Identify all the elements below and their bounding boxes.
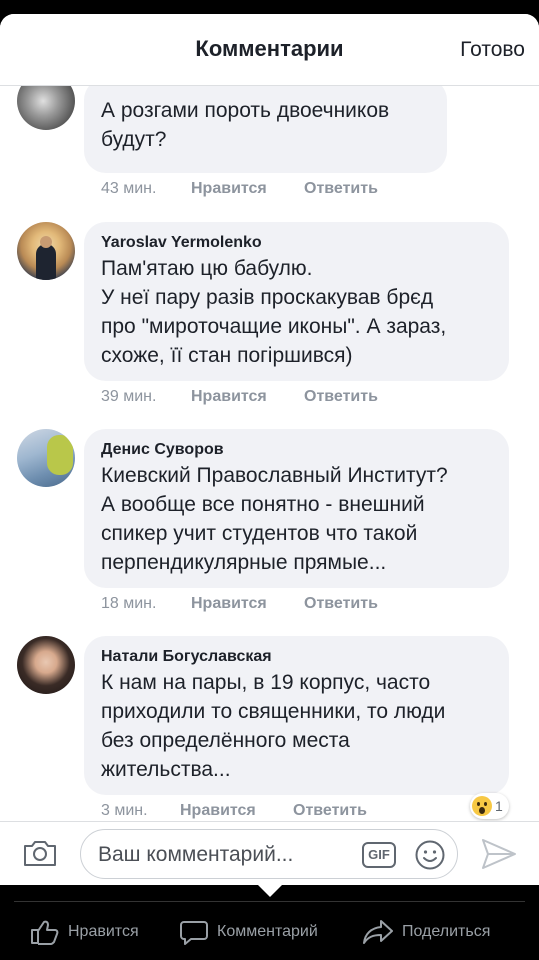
avatar[interactable] xyxy=(17,86,75,130)
reaction-badge[interactable]: 1 xyxy=(470,793,509,819)
share-action-button[interactable]: Поделиться xyxy=(362,919,490,945)
like-action-label: Нравится xyxy=(68,923,139,940)
divider xyxy=(14,901,525,902)
comment-time: 3 мин. xyxy=(101,802,148,819)
comment-actions: 3 мин. Нравится Ответить xyxy=(101,802,367,820)
comment-input[interactable] xyxy=(98,840,348,870)
comment-text-line: приходили то священники, то люди xyxy=(101,700,446,723)
like-link[interactable]: Нравится xyxy=(191,180,304,198)
page-title: Комментарии xyxy=(195,36,344,61)
reply-link[interactable]: Ответить xyxy=(304,180,378,198)
avatar[interactable] xyxy=(17,636,75,694)
comment-text-line: спикер учит студентов что такой xyxy=(101,522,418,545)
reaction-count: 1 xyxy=(495,798,503,814)
avatar[interactable] xyxy=(17,222,75,280)
comment-actions: 18 мин. Нравится Ответить xyxy=(101,595,378,613)
comment-bubble: А розгами пороть двоечников будут? xyxy=(84,86,447,173)
comment-text-line: Пам'ятаю цю бабулю. xyxy=(101,257,313,280)
comment-bubble: Yaroslav Yermolenko Пам'ятаю цю бабулю. … xyxy=(84,222,509,381)
thumbs-up-icon xyxy=(31,920,59,945)
comment-text-line: А розгами пороть двоечников xyxy=(101,99,390,122)
comments-sheet: Комментарии Готово А розгами пороть двое… xyxy=(0,14,539,885)
emoji-icon[interactable] xyxy=(414,839,446,871)
comment-text-line: жительства... xyxy=(101,758,231,781)
comment-text-line: без определённого места xyxy=(101,729,350,752)
done-button[interactable]: Готово xyxy=(460,38,525,62)
comment-bubble: Денис Суворов Киевский Православный Инст… xyxy=(84,429,509,588)
comment-author[interactable]: Денис Суворов xyxy=(101,439,492,461)
share-action-label: Поделиться xyxy=(402,923,491,940)
comment-composer: GIF xyxy=(0,821,539,885)
comment-text-line: перпендикулярные прямые... xyxy=(101,551,387,574)
comment-text-line: У неї пару разів проскакував брєд xyxy=(101,286,434,309)
avatar[interactable] xyxy=(17,429,75,487)
comment-time: 39 мин. xyxy=(101,388,157,405)
sheet-pointer xyxy=(258,885,282,897)
comment-text-line: Киевский Православный Институт? xyxy=(101,464,448,487)
send-icon[interactable] xyxy=(480,837,518,871)
comment-actions: 43 мин. Нравится Ответить xyxy=(101,180,378,198)
wow-emoji-icon xyxy=(472,796,492,816)
comment-text-line: про "мироточащие иконы". А зараз, xyxy=(101,315,447,338)
comment-input-wrapper: GIF xyxy=(80,829,458,879)
comment-text-line: К нам на пары, в 19 корпус, часто xyxy=(101,671,431,694)
like-link[interactable]: Нравится xyxy=(191,595,304,613)
like-link[interactable]: Нравится xyxy=(180,802,293,820)
comment-text-line: будут? xyxy=(101,128,167,151)
comment-text-line: схоже, її стан погіршився) xyxy=(101,344,353,367)
like-action-button[interactable]: Нравится xyxy=(30,919,139,945)
like-link[interactable]: Нравится xyxy=(191,388,304,406)
comment-bubble-icon xyxy=(180,921,208,945)
share-arrow-icon xyxy=(363,920,393,944)
gif-button[interactable]: GIF xyxy=(362,842,396,868)
header: Комментарии Готово xyxy=(0,14,539,86)
comments-list: А розгами пороть двоечников будут? 43 ми… xyxy=(0,86,539,821)
reply-link[interactable]: Ответить xyxy=(304,595,378,613)
comment-time: 18 мин. xyxy=(101,595,157,612)
comment-author[interactable]: Натали Богуславская xyxy=(101,646,492,668)
comment-text-line: А вообще все понятно - внешний xyxy=(101,493,425,516)
comment-bubble: Натали Богуславская К нам на пары, в 19 … xyxy=(84,636,509,795)
comment-action-button[interactable]: Комментарий xyxy=(179,919,318,945)
reply-link[interactable]: Ответить xyxy=(304,388,378,406)
camera-icon[interactable] xyxy=(22,838,58,868)
comment-time: 43 мин. xyxy=(101,180,157,197)
comment-author[interactable]: Yaroslav Yermolenko xyxy=(101,232,492,254)
comment-action-label: Комментарий xyxy=(217,923,318,940)
comment-actions: 39 мин. Нравится Ответить xyxy=(101,388,378,406)
reply-link[interactable]: Ответить xyxy=(293,802,367,820)
